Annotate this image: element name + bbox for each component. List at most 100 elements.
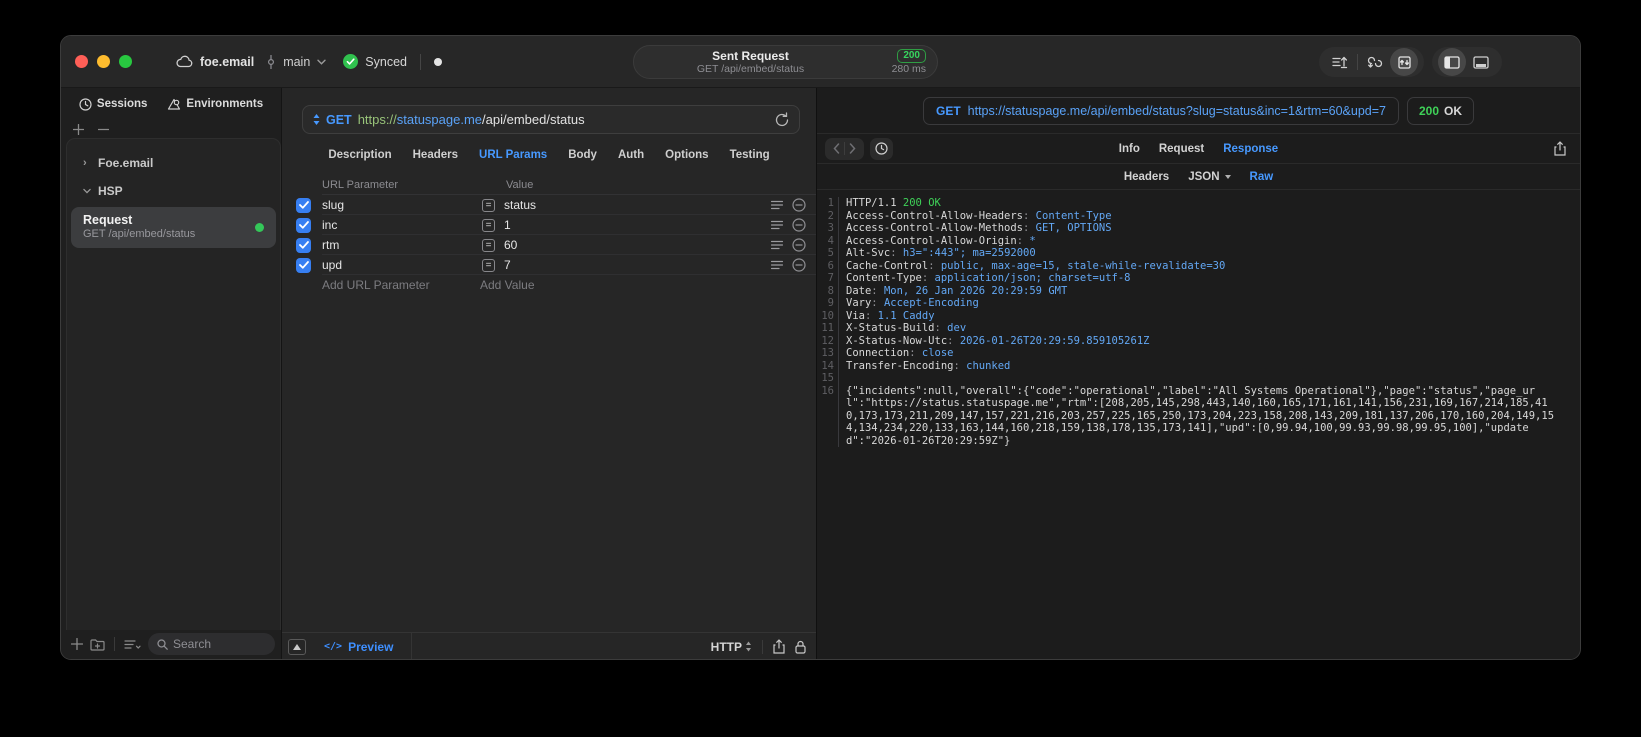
lock-icon[interactable] <box>795 640 806 654</box>
send-all-requests-button[interactable] <box>1325 48 1355 76</box>
param-name[interactable]: inc <box>322 218 482 232</box>
expand-panel-button[interactable] <box>288 638 306 655</box>
param-value[interactable]: status <box>504 198 771 212</box>
param-name[interactable]: upd <box>322 258 482 272</box>
history-forward-button[interactable] <box>845 143 860 154</box>
response-line: 11 X-Status-Build: dev <box>817 322 1558 335</box>
remove-param-icon[interactable] <box>792 258 806 272</box>
branch-chevron-down-icon[interactable] <box>317 59 326 65</box>
sidebar-tab-environments[interactable]: Environments <box>167 98 263 111</box>
param-name[interactable]: rtm <box>322 238 482 252</box>
history-clock-icon <box>79 97 92 111</box>
response-subtab-json[interactable]: JSON <box>1188 171 1231 183</box>
share-icon[interactable] <box>773 639 785 654</box>
titlebar-divider <box>419 53 421 70</box>
git-branch-icon <box>267 54 275 69</box>
param-checkbox[interactable] <box>296 257 311 273</box>
request-url[interactable]: https://statuspage.me/api/embed/status <box>358 112 585 127</box>
param-options-icon[interactable] <box>771 260 783 270</box>
param-checkbox[interactable] <box>296 217 311 233</box>
param-row-slug[interactable]: slug = status <box>282 195 816 215</box>
environments-icon <box>167 98 181 111</box>
param-checkbox[interactable] <box>296 197 311 213</box>
request-list-item-selected[interactable]: Request GET /api/embed/status <box>71 207 276 248</box>
method-stepper-icon[interactable] <box>313 114 320 125</box>
toggle-sidebar-button[interactable] <box>1438 48 1466 76</box>
remove-param-icon[interactable] <box>792 238 806 252</box>
tree-group-foe-email[interactable]: › Foe.email <box>67 149 280 177</box>
preview-button[interactable]: </> Preview <box>324 640 393 654</box>
param-row-rtm[interactable]: rtm = 60 <box>282 235 816 255</box>
remove-param-icon[interactable] <box>792 198 806 212</box>
response-line: 3 Access-Control-Allow-Methods: GET, OPTI… <box>817 222 1558 235</box>
add-param-name-placeholder[interactable]: Add URL Parameter <box>296 278 480 292</box>
line-number: 9 <box>817 297 839 310</box>
param-value[interactable]: 7 <box>504 258 771 272</box>
add-param-value-placeholder[interactable]: Add Value <box>480 278 806 292</box>
editor-tab-auth[interactable]: Auth <box>618 149 644 161</box>
param-value[interactable]: 1 <box>504 218 771 232</box>
param-name[interactable]: slug <box>322 198 482 212</box>
add-request-button[interactable] <box>73 123 84 135</box>
editor-tab-body[interactable]: Body <box>568 149 597 161</box>
equals-icon: = <box>482 258 495 272</box>
response-tab-request[interactable]: Request <box>1159 143 1204 155</box>
editor-tab-description[interactable]: Description <box>328 149 391 161</box>
response-body[interactable]: 1 HTTP/1.1 200 OK 2 Access-Control-Allow-He… <box>817 190 1580 659</box>
sent-request-summary[interactable]: Sent Request GET /api/embed/status 200 2… <box>633 45 938 79</box>
response-history-button[interactable] <box>870 137 893 160</box>
response-tab-response[interactable]: Response <box>1223 143 1278 155</box>
editor-tab-url-params[interactable]: URL Params <box>479 149 547 161</box>
line-number: 4 <box>817 234 839 247</box>
synced-check-icon <box>343 54 359 69</box>
close-window-button[interactable] <box>75 55 88 68</box>
history-back-button[interactable] <box>829 143 844 154</box>
toggle-bottom-panel-button[interactable] <box>1466 48 1496 76</box>
sort-filter-icon[interactable] <box>124 639 141 650</box>
sidebar-tab-sessions[interactable]: Sessions <box>79 97 147 111</box>
param-options-icon[interactable] <box>771 240 783 250</box>
url-params-section: URL Parameter Value slug = status inc = 1 rtm =… <box>282 179 816 295</box>
sync-status[interactable]: Synced <box>365 55 407 69</box>
param-checkbox[interactable] <box>296 237 311 253</box>
editor-tab-options[interactable]: Options <box>665 149 708 161</box>
desktop: foe.email main Synced Sent Request GET /… <box>0 0 1641 737</box>
zoom-window-button[interactable] <box>119 55 132 68</box>
resend-request-icon[interactable] <box>775 112 789 127</box>
editor-tabs: Description Headers URL Params Body Auth Opti… <box>282 149 816 161</box>
response-subtab-headers[interactable]: Headers <box>1124 171 1169 183</box>
minimize-window-button[interactable] <box>97 55 110 68</box>
response-request-line[interactable]: GET https://statuspage.me/api/embed/stat… <box>922 96 1399 125</box>
param-options-icon[interactable] <box>771 200 783 210</box>
remove-request-button[interactable] <box>98 124 109 135</box>
export-response-icon[interactable] <box>1554 141 1566 156</box>
param-value[interactable]: 60 <box>504 238 771 252</box>
param-row-upd[interactable]: upd = 7 <box>282 255 816 275</box>
new-folder-icon[interactable] <box>90 638 105 651</box>
equals-icon: = <box>482 218 495 232</box>
request-success-dot <box>255 223 264 232</box>
sidebar: Sessions Environments › Foe.email HSP Re… <box>61 88 282 659</box>
params-add-row[interactable]: Add URL Parameter Add Value <box>282 275 816 295</box>
remove-param-icon[interactable] <box>792 218 806 232</box>
branch-name[interactable]: main <box>283 55 310 69</box>
titlebar-actions <box>1319 47 1502 77</box>
sidebar-search[interactable] <box>148 633 275 655</box>
request-item-title: Request <box>83 213 133 227</box>
tree-group-hsp[interactable]: HSP <box>67 177 280 205</box>
param-row-inc[interactable]: inc = 1 <box>282 215 816 235</box>
protocol-selector[interactable]: HTTP <box>711 640 752 654</box>
param-options-icon[interactable] <box>771 220 783 230</box>
response-subtab-raw[interactable]: Raw <box>1250 171 1274 183</box>
request-method[interactable]: GET <box>326 113 352 127</box>
workspace-name[interactable]: foe.email <box>200 55 254 69</box>
request-url-bar[interactable]: GET https://statuspage.me/api/embed/stat… <box>302 105 800 134</box>
import-export-button[interactable] <box>1390 48 1418 76</box>
editor-tab-headers[interactable]: Headers <box>413 149 458 161</box>
equals-icon: = <box>482 198 495 212</box>
editor-tab-testing[interactable]: Testing <box>730 149 770 161</box>
dynamic-values-button[interactable] <box>1360 48 1390 76</box>
new-request-button[interactable] <box>71 638 83 650</box>
search-input[interactable] <box>173 637 266 651</box>
response-tab-info[interactable]: Info <box>1119 143 1140 155</box>
